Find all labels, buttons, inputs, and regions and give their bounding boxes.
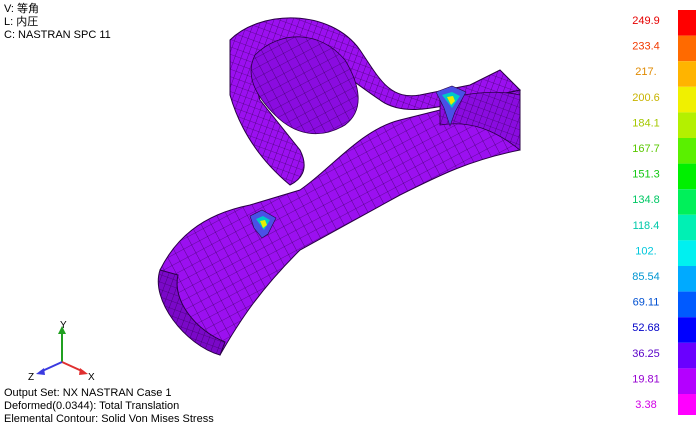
deformed-label: Deformed(0.0344): Total Translation: [4, 400, 180, 412]
legend-level-label: 36.25: [632, 348, 660, 360]
coordinate-triad: Y Z X: [28, 320, 95, 383]
legend-level-label: 167.7: [632, 143, 660, 155]
legend-color-swatch: [678, 112, 696, 138]
legend-level-label: 217.: [635, 66, 656, 78]
contour-label: Elemental Contour: Solid Von Mises Stres…: [4, 413, 214, 425]
legend-level-label: 118.4: [633, 220, 660, 232]
legend-level-label: 3.38: [635, 399, 656, 411]
legend-color-swatch: [678, 189, 696, 215]
x-axis-label: X: [88, 372, 95, 383]
legend-level-label: 200.6: [632, 92, 660, 104]
legend-level-label: 69.11: [633, 297, 660, 309]
legend-level-label: 102.: [635, 245, 656, 257]
legend-color-swatch: [678, 35, 696, 62]
legend-color-swatch: [678, 163, 696, 190]
legend-color-swatch: [678, 317, 696, 343]
legend-level-label: 85.54: [632, 271, 660, 283]
legend-level-label: 184.1: [632, 117, 660, 129]
z-axis-label: Z: [28, 372, 34, 383]
legend-color-swatch: [678, 291, 696, 318]
legend-color-swatch: [678, 394, 696, 415]
legend-color-swatch: [678, 266, 696, 292]
output-info: Output Set: NX NASTRAN Case 1 Deformed(0…: [4, 387, 214, 426]
legend-level-label: 134.8: [632, 194, 660, 206]
legend-color-swatch: [678, 240, 696, 266]
legend-color-swatch: [678, 138, 696, 164]
legend-level-label: 233.4: [632, 41, 660, 53]
pipe-main-run: [159, 89, 521, 356]
legend-level-label: 52.68: [632, 322, 660, 334]
legend-level-label: 19.81: [632, 373, 660, 385]
contour-legend: 249.9 233.4 217. 200.6 184.1 167.7 151.3 134.8 1…: [632, 10, 696, 415]
legend-color-swatch: [678, 61, 696, 87]
output-set-label: Output Set: NX NASTRAN Case 1: [4, 387, 172, 399]
legend-color-swatch: [678, 10, 696, 36]
legend-level-label: 249.9: [632, 15, 660, 27]
y-axis-label: Y: [60, 320, 67, 331]
legend-color-swatch: [678, 368, 696, 394]
legend-color-swatch: [678, 86, 696, 113]
legend-color-swatch: [678, 342, 696, 369]
legend-level-label: 151.3: [632, 169, 660, 181]
legend-color-swatch: [678, 214, 696, 241]
